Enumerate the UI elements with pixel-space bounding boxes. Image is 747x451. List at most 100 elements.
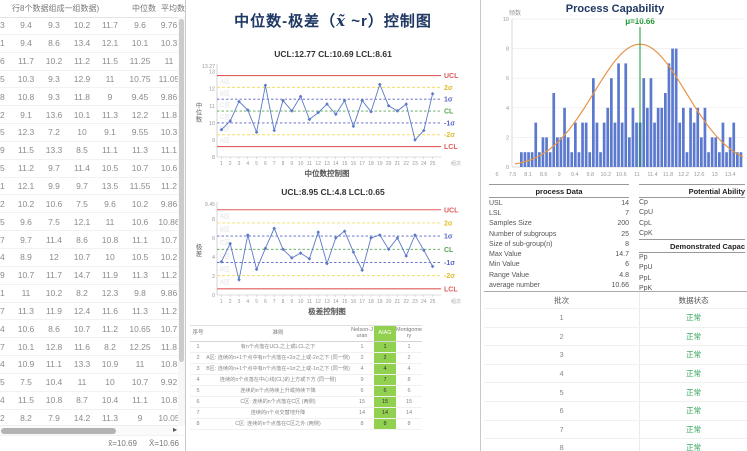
cell[interactable]: 10.65 <box>124 324 156 334</box>
histogram-bar[interactable] <box>588 152 591 167</box>
cell[interactable]: 7.9 <box>40 413 68 423</box>
histogram-bar[interactable] <box>635 123 638 167</box>
histogram-bar[interactable] <box>538 152 541 167</box>
histogram-bar[interactable] <box>714 137 717 167</box>
histogram-bar[interactable] <box>722 123 725 167</box>
cell[interactable]: 10.1 <box>12 342 40 352</box>
cell[interactable]: 10.6 <box>40 199 68 209</box>
cell[interactable]: 10.3 <box>156 38 178 48</box>
histogram-bar[interactable] <box>693 123 696 167</box>
cell[interactable]: 13.5 <box>96 181 124 191</box>
cell[interactable]: 9.4 <box>12 20 40 30</box>
cell[interactable]: 11.5 <box>12 145 40 155</box>
cell[interactable]: 11.3 <box>124 270 156 280</box>
cell[interactable]: 11.1 <box>96 145 124 155</box>
cell[interactable]: 9.86 <box>156 199 178 209</box>
cell[interactable]: 10.5 <box>96 163 124 173</box>
cell[interactable]: 11.2 <box>156 181 178 191</box>
histogram-bar[interactable] <box>686 152 689 167</box>
cell[interactable]: 8.6 <box>40 38 68 48</box>
cell[interactable]: 8 <box>0 92 12 102</box>
median-control-chart[interactable]: UCL2σ1σCL-1σ-2σLCLA区B区C区C区B区A区13.2713121… <box>191 61 476 183</box>
cell[interactable]: 11.4 <box>40 235 68 245</box>
cell[interactable]: 8.6 <box>40 324 68 334</box>
cell[interactable]: 10.86 <box>156 217 178 227</box>
cell[interactable]: 10 <box>96 377 124 387</box>
histogram-bar[interactable] <box>624 63 627 167</box>
cell[interactable]: 5 <box>0 217 12 227</box>
cell[interactable]: 10.7 <box>124 163 156 173</box>
data-point[interactable] <box>351 125 355 129</box>
cell[interactable]: 10.3 <box>156 127 178 137</box>
cell[interactable]: 9.45 <box>124 92 156 102</box>
histogram-bar[interactable] <box>668 63 671 167</box>
cell[interactable]: 10.8 <box>96 235 124 245</box>
cell[interactable]: 11.1 <box>124 395 156 405</box>
histogram-bar[interactable] <box>581 123 584 167</box>
histogram-bar[interactable] <box>700 137 703 167</box>
cell[interactable]: 10.7 <box>68 324 96 334</box>
cell[interactable]: 10.1 <box>124 38 156 48</box>
scroll-right-arrow-icon[interactable]: ▸ <box>173 425 177 434</box>
cell[interactable]: 10.6 <box>156 163 178 173</box>
cell[interactable]: 11.1 <box>124 235 156 245</box>
cell[interactable]: 13.6 <box>40 110 68 120</box>
cell[interactable]: 11.2 <box>96 324 124 334</box>
cell[interactable]: 9.7 <box>68 181 96 191</box>
cell[interactable]: 12.2 <box>124 110 156 120</box>
cell[interactable]: 6 <box>0 56 12 66</box>
cell[interactable]: 11.8 <box>156 342 178 352</box>
cell[interactable]: 9.7 <box>40 163 68 173</box>
histogram-bar[interactable] <box>574 123 577 167</box>
cell[interactable]: 11.2 <box>68 56 96 66</box>
histogram-bar[interactable] <box>704 108 707 167</box>
histogram-bar[interactable] <box>725 152 728 167</box>
histogram-bar[interactable] <box>740 152 743 167</box>
cell[interactable]: 7 <box>0 342 12 352</box>
data-point[interactable] <box>254 130 258 134</box>
cell[interactable]: 10.9 <box>96 359 124 369</box>
cell[interactable]: 11.9 <box>40 306 68 316</box>
histogram-bar[interactable] <box>646 108 649 167</box>
cell[interactable]: 11.25 <box>124 56 156 66</box>
cell[interactable]: 12.1 <box>12 181 40 191</box>
cell[interactable]: 8.5 <box>68 145 96 155</box>
cell[interactable]: 4 <box>0 395 12 405</box>
histogram-bar[interactable] <box>682 108 685 167</box>
cell[interactable]: 12.8 <box>40 342 68 352</box>
cell[interactable]: 1 <box>0 38 12 48</box>
cell[interactable]: 11 <box>68 377 96 387</box>
histogram-bar[interactable] <box>610 78 613 167</box>
cell[interactable]: 10.8 <box>156 395 178 405</box>
cell[interactable]: 7.5 <box>68 199 96 209</box>
histogram-bar[interactable] <box>660 108 663 167</box>
cell[interactable]: 11.1 <box>40 359 68 369</box>
histogram-bar[interactable] <box>552 93 555 167</box>
cell[interactable]: 5 <box>0 163 12 173</box>
histogram-bar[interactable] <box>617 63 620 167</box>
data-point[interactable] <box>219 260 223 264</box>
cell[interactable]: 11.8 <box>156 110 178 120</box>
cell[interactable]: 9.9 <box>40 181 68 191</box>
cell[interactable]: 10.8 <box>156 359 178 369</box>
cell[interactable]: 9.1 <box>12 110 40 120</box>
histogram-bar[interactable] <box>642 78 645 167</box>
cell[interactable]: 9.3 <box>40 74 68 84</box>
cell[interactable]: 11.55 <box>124 181 156 191</box>
data-point[interactable] <box>272 227 276 231</box>
histogram-bar[interactable] <box>596 123 599 167</box>
cell[interactable]: 8.2 <box>12 413 40 423</box>
cell[interactable]: 2 <box>0 413 12 423</box>
cell[interactable]: 9.6 <box>124 20 156 30</box>
cell[interactable]: 9.76 <box>156 20 178 30</box>
cell[interactable]: 5 <box>0 377 12 387</box>
histogram-bar[interactable] <box>524 152 527 167</box>
cell[interactable]: 10.8 <box>40 395 68 405</box>
cell[interactable]: 5 <box>0 127 12 137</box>
histogram-bar[interactable] <box>729 137 732 167</box>
cell[interactable]: 10.7 <box>156 324 178 334</box>
cell[interactable]: 10.7 <box>68 252 96 262</box>
cell[interactable]: 10.2 <box>12 199 40 209</box>
data-point[interactable] <box>254 268 258 272</box>
data-point[interactable] <box>316 230 320 234</box>
